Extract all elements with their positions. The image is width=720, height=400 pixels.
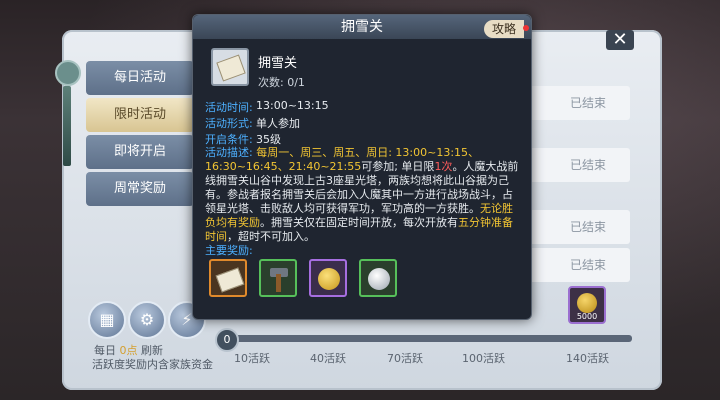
family-fund-text: 活跃度奖励内含家族资金 xyxy=(92,358,213,371)
activity-name: 拥雪关 xyxy=(258,56,298,71)
calendar-icon[interactable]: ▦ xyxy=(88,301,126,339)
desc-text: 可参加; 单日限 xyxy=(361,160,435,173)
gold-coin-icon xyxy=(318,268,340,290)
condition-value: 35级 xyxy=(256,133,281,146)
tab-daily-activity[interactable]: 每日活动 xyxy=(86,61,194,95)
popup-title: 拥雪关 xyxy=(193,15,531,39)
pendant-tassel-icon xyxy=(63,86,71,166)
activity-progress-bar xyxy=(222,335,632,342)
form-label: 活动形式: xyxy=(205,117,253,130)
pendant-knot-icon xyxy=(55,60,81,86)
reward-gold-coin[interactable] xyxy=(309,259,347,297)
tab-upcoming[interactable]: 即将开启 xyxy=(86,135,194,169)
silver-coin-icon xyxy=(368,268,390,290)
reward-hammer[interactable] xyxy=(259,259,297,297)
gear-icon[interactable]: ⚙ xyxy=(128,301,166,339)
milestone-label: 40活跃 xyxy=(310,352,346,365)
activity-detail-popup: 拥雪关 攻略 拥雪关 次数: 0/1 活动时间: 13:00~13:15 活动形… xyxy=(192,14,532,320)
jade-pendant-decoration xyxy=(52,42,82,166)
status-ended: 已结束 xyxy=(570,96,607,110)
time-label: 活动时间: xyxy=(205,101,253,114)
reward-silver-coin[interactable] xyxy=(359,259,397,297)
desc-limit: 1次 xyxy=(434,160,453,173)
time-value: 13:00~13:15 xyxy=(256,99,329,112)
attempt-count: 次数: 0/1 xyxy=(258,76,305,89)
condition-label: 开启条件: xyxy=(205,133,253,146)
guide-button[interactable]: 攻略 xyxy=(484,20,524,38)
coin-amount: 5000 xyxy=(576,312,598,321)
notification-dot-icon xyxy=(523,25,529,31)
desc-text: 。拥雪关仅在固定时间开放，每次开放有 xyxy=(260,216,458,229)
activity-scroll-icon xyxy=(211,48,249,86)
form-value: 单人参加 xyxy=(256,117,300,130)
gold-coin-icon xyxy=(577,293,597,313)
desc-label: 活动描述: xyxy=(205,146,253,159)
activity-description: 活动描述: 每周一、周三、周五、周日: 13:00~13:15、16:30~16… xyxy=(205,146,523,243)
rewards-label: 主要奖励: xyxy=(205,244,253,257)
hammer-handle-icon xyxy=(276,274,281,292)
milestone-label: 100活跃 xyxy=(462,352,505,365)
tab-weekly-rewards[interactable]: 周常奖励 xyxy=(86,172,194,206)
tab-limited-activity[interactable]: 限时活动 xyxy=(86,98,194,132)
status-ended: 已结束 xyxy=(570,258,607,272)
coin-reward-box[interactable]: 5000 xyxy=(568,286,606,324)
status-ended: 已结束 xyxy=(570,220,607,234)
scroll-icon xyxy=(216,54,246,82)
scroll-icon xyxy=(215,267,245,293)
milestone-label: 140活跃 xyxy=(566,352,609,365)
milestone-label: 10活跃 xyxy=(234,352,270,365)
close-button[interactable]: ✕ xyxy=(606,30,634,50)
milestone-label: 70活跃 xyxy=(387,352,423,365)
reward-scroll[interactable] xyxy=(209,259,247,297)
status-ended: 已结束 xyxy=(570,158,607,172)
progress-badge: 0 xyxy=(215,328,239,352)
